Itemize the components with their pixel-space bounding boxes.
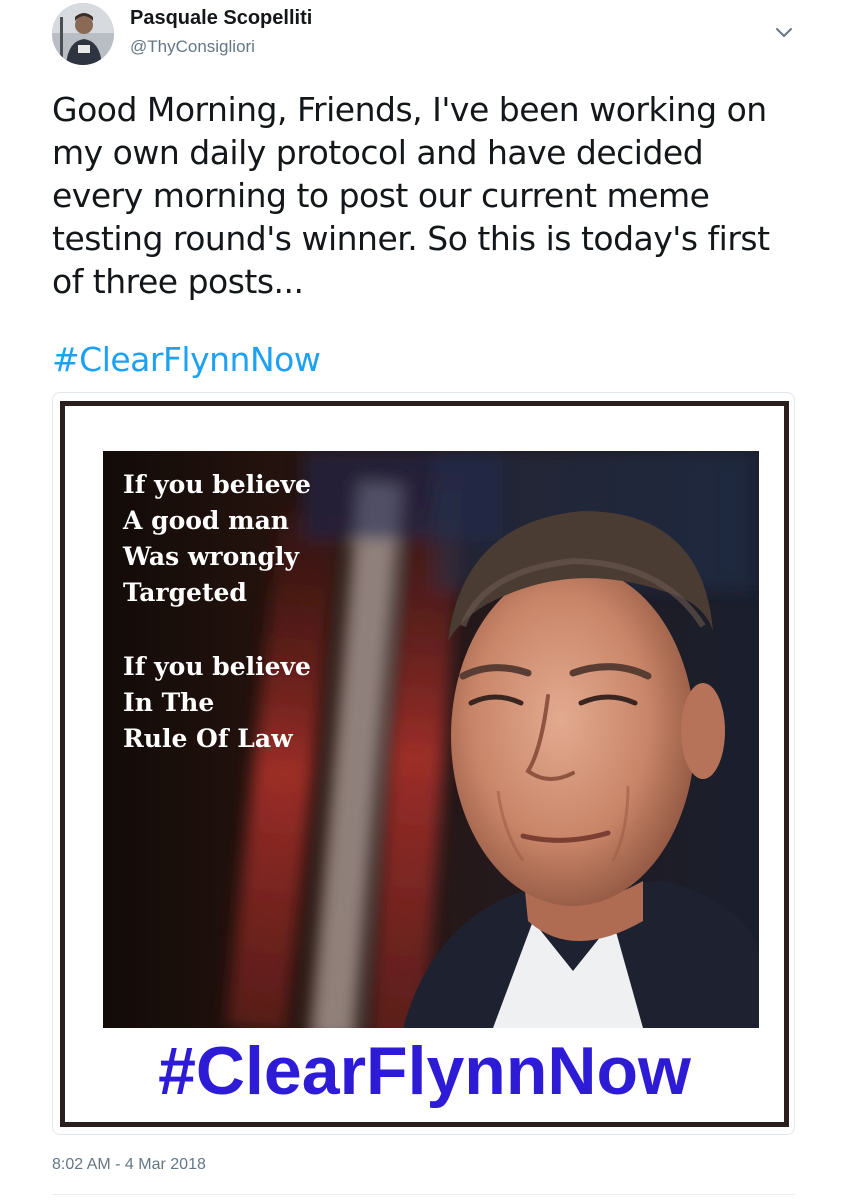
meme-caption-block-1: If you believe A good man Was wrongly Ta… <box>123 470 311 607</box>
chevron-down-icon[interactable] <box>770 20 798 44</box>
meme-photo: If you believe A good man Was wrongly Ta… <box>103 451 759 1028</box>
tweet-timestamp[interactable]: 8:02 AM - 4 Mar 2018 <box>52 1156 206 1174</box>
tweet-text: Good Morning, Friends, I've been working… <box>52 90 770 301</box>
divider <box>52 1194 795 1195</box>
tweet: Pasquale Scopelliti @ThyConsigliori Good… <box>0 0 845 1200</box>
hashtag-link[interactable]: #ClearFlynnNow <box>52 338 321 381</box>
author-display-name[interactable]: Pasquale Scopelliti <box>130 7 312 30</box>
avatar-photo-icon <box>52 3 114 65</box>
meme-frame: If you believe A good man Was wrongly Ta… <box>60 401 789 1127</box>
author-avatar[interactable] <box>52 3 114 65</box>
tweet-media-image[interactable]: If you believe A good man Was wrongly Ta… <box>52 392 795 1135</box>
meme-hashtag: #ClearFlynnNow <box>158 1033 691 1109</box>
author-handle[interactable]: @ThyConsigliori <box>130 37 255 57</box>
meme-caption-block-2: If you believe In The Rule Of Law <box>123 652 311 753</box>
meme-caption: If you believe A good man Was wrongly Ta… <box>123 467 311 757</box>
